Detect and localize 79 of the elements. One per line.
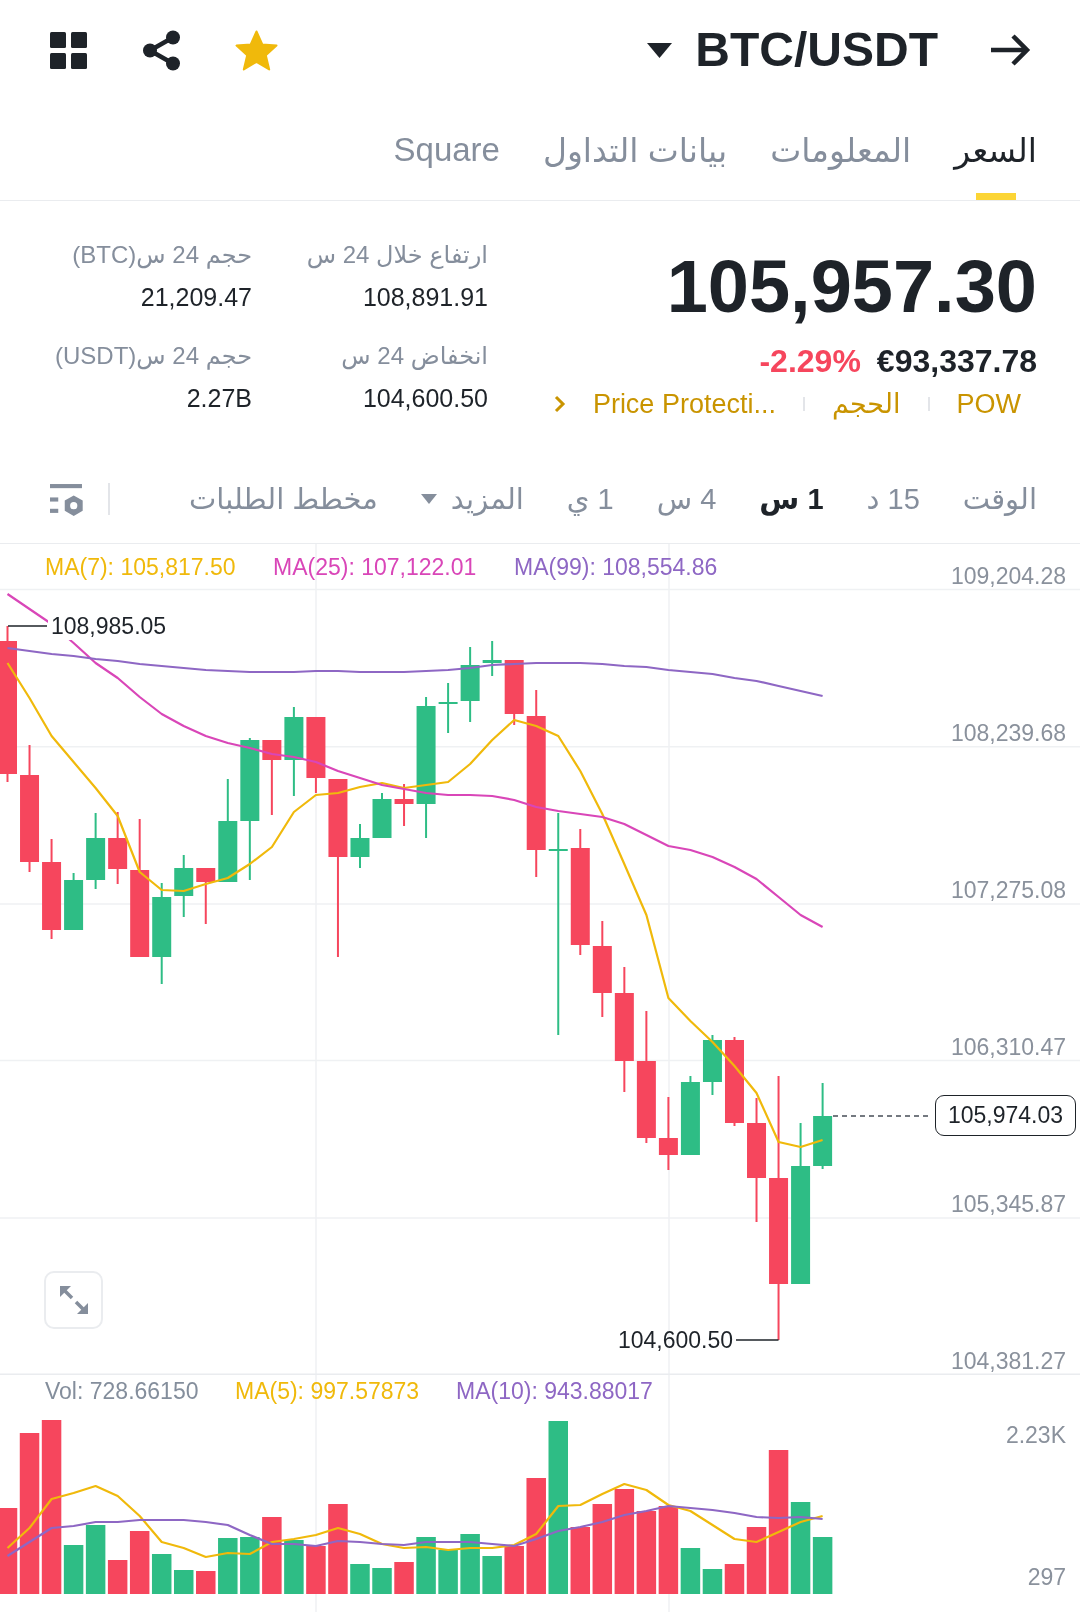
interval-tab[interactable]: 1 ي — [566, 479, 614, 519]
volume-axis-label: 297 — [1027, 1564, 1066, 1590]
candlestick — [394, 783, 414, 827]
volume-bar — [394, 1562, 414, 1594]
indicator-legend: MA(5): 997.57873 — [235, 1378, 420, 1404]
stat-value: 21,209.47 — [140, 282, 252, 313]
price-axis-label: 107,275.08 — [950, 877, 1066, 904]
volume-bar — [482, 1556, 502, 1594]
volume-bar — [306, 1546, 326, 1594]
candlestick — [438, 682, 458, 734]
volume-bar — [416, 1537, 436, 1594]
chevron-right-icon[interactable] — [553, 395, 566, 413]
settings-icon[interactable] — [50, 482, 83, 516]
volume-bar — [174, 1570, 194, 1594]
indicator-legend: MA(99): 108,554.86 — [514, 554, 718, 580]
tag-link[interactable]: POW — [956, 387, 1021, 421]
volume-bar — [196, 1571, 216, 1594]
volume-bar — [218, 1538, 238, 1594]
volume-bar — [504, 1546, 524, 1594]
interval-tab[interactable]: 1 س — [759, 479, 824, 519]
indicator-legend: MA(10): 943.88017 — [456, 1378, 653, 1404]
volume-bar — [438, 1550, 458, 1594]
price-axis-label: 106,310.47 — [950, 1034, 1066, 1061]
candlestick — [64, 872, 84, 931]
stat-value: 108,891.91 — [362, 282, 488, 313]
last-price: 105,957.30 — [666, 250, 1037, 324]
tab[interactable]: المعلومات — [770, 100, 912, 200]
last-price-tag: 105,974.03 — [934, 1095, 1076, 1136]
tag-link[interactable]: الحجم — [831, 387, 901, 421]
interval-tab[interactable]: الوقت — [962, 479, 1037, 519]
candlestick — [350, 823, 370, 869]
candlestick — [504, 659, 524, 726]
tab[interactable]: السعر — [954, 100, 1037, 200]
volume-bar — [570, 1527, 591, 1594]
tag-link[interactable]: Price Protecti... — [592, 387, 776, 421]
star-icon[interactable] — [235, 29, 278, 71]
stat-label: حجم 24 س(USDT) — [55, 341, 252, 372]
tab[interactable]: Square — [393, 100, 500, 200]
volume-bar — [350, 1564, 370, 1594]
expand-button[interactable] — [44, 1271, 103, 1329]
indicator-legend: Vol: 728.66150 — [45, 1378, 199, 1404]
stat-value: 104,600.50 — [362, 383, 488, 414]
price-axis-label: 109,204.28 — [950, 563, 1066, 590]
low-price-label: 104,600.50 — [617, 1327, 733, 1353]
share-icon[interactable] — [141, 29, 181, 71]
volume-axis-label: 2.23K — [1005, 1422, 1066, 1448]
indicator-legend: MA(7): 105,817.50 — [45, 554, 236, 580]
stat-label: ارتفاع خلال 24 س — [306, 240, 488, 271]
candlestick — [174, 854, 194, 918]
candlestick — [702, 1034, 722, 1096]
candlestick — [372, 792, 392, 839]
grid-icon[interactable] — [50, 31, 87, 69]
candlestick — [482, 640, 502, 677]
stat-value: 2.27B — [186, 383, 252, 414]
indicator-legend: MA(25): 107,122.01 — [273, 554, 477, 580]
fiat-price: €93,337.78 — [876, 342, 1037, 381]
tab[interactable]: بيانات التداول — [542, 100, 728, 200]
pair-selector[interactable]: BTC/USDT — [647, 22, 938, 78]
arrow-right-icon[interactable] — [989, 33, 1031, 67]
expand-icon — [57, 1284, 90, 1316]
price-change: -2.29% — [759, 342, 861, 381]
price-axis-label: 108,239.68 — [950, 720, 1066, 747]
interval-tab[interactable]: مخطط الطلبات — [189, 479, 378, 519]
price-axis-label: 105,345.87 — [950, 1191, 1066, 1218]
volume-bar — [372, 1568, 392, 1594]
price-axis-label: 104,381.27 — [950, 1348, 1066, 1375]
interval-tab[interactable]: 4 س — [656, 479, 717, 519]
volume-bar — [284, 1540, 304, 1594]
stat-label: حجم 24 س(BTC) — [72, 240, 252, 271]
stat-label: انخفاض 24 س — [341, 341, 488, 372]
caret-down-icon — [420, 494, 437, 504]
interval-tab[interactable]: 15 د — [866, 479, 920, 519]
leader-line — [735, 1339, 780, 1341]
candlestick — [196, 867, 216, 925]
volume-bar — [460, 1534, 480, 1594]
more-dropdown[interactable]: المزيد — [420, 479, 524, 519]
caret-down-icon — [647, 42, 673, 58]
volume-bar — [240, 1537, 260, 1594]
leader-line — [7, 625, 48, 627]
